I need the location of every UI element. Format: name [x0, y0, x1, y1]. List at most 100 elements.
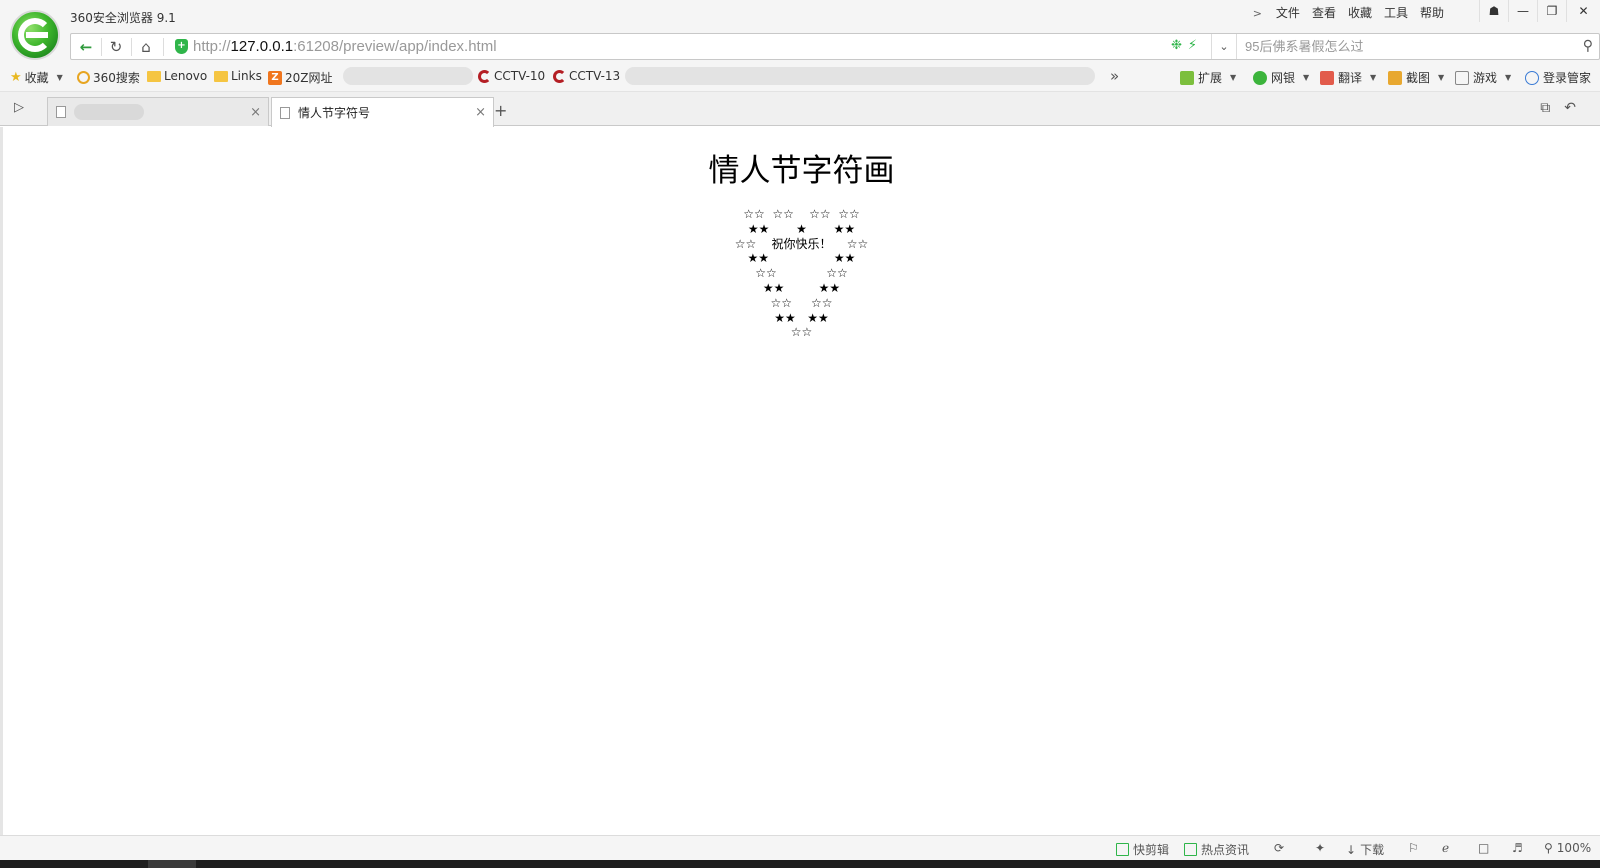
- bookmark-label: CCTV-10: [494, 69, 546, 83]
- folder-icon: [214, 70, 228, 82]
- chevron-down-icon: ▼: [1303, 73, 1310, 82]
- bank-icon: [1253, 70, 1267, 85]
- favorites-label: 收藏: [24, 71, 49, 85]
- restore-tabs-icon[interactable]: ⧉: [1540, 100, 1550, 116]
- close-tab-icon[interactable]: ×: [475, 105, 486, 120]
- close-tab-icon[interactable]: ×: [250, 105, 261, 120]
- cctv-icon: [478, 69, 491, 83]
- download-button[interactable]: ↓ 下载: [1346, 841, 1384, 858]
- bookmark-360search[interactable]: 360搜索: [77, 69, 140, 86]
- lightning-icon[interactable]: ⚡: [1188, 38, 1197, 53]
- art-line: ★★ ★★: [762, 280, 841, 295]
- close-button[interactable]: ✕: [1566, 0, 1600, 22]
- bookmark-20z[interactable]: Z 20Z网址: [268, 69, 333, 86]
- games-button[interactable]: 游戏 ▼: [1455, 69, 1511, 86]
- art-line: ★★ ★★: [747, 251, 856, 266]
- quick-clip-icon: [1116, 843, 1129, 856]
- address-box: ← ↻ ⌂ + http://127.0.0.1:61208/preview/a…: [70, 33, 1600, 60]
- zoom-level: 100%: [1556, 841, 1592, 855]
- speed-mode-icon[interactable]: ❉: [1171, 38, 1182, 53]
- menu-favorites[interactable]: 收藏: [1342, 4, 1378, 22]
- menu-expand-icon[interactable]: >: [1245, 7, 1270, 20]
- window-icon[interactable]: □: [1478, 841, 1489, 855]
- art-line: ☆☆ ☆☆: [770, 295, 833, 310]
- search-icon[interactable]: ⚲: [1583, 38, 1593, 54]
- bookmark-label: 20Z网址: [285, 71, 333, 85]
- flag-icon[interactable]: ⚐: [1408, 841, 1419, 855]
- page-icon: [56, 106, 66, 118]
- menu-file[interactable]: 文件: [1270, 4, 1306, 22]
- bookmark-links[interactable]: Links: [214, 69, 262, 83]
- bookmark-label: Links: [231, 69, 262, 83]
- bookmark-label: CCTV-13: [569, 69, 621, 83]
- status-label: 热点资讯: [1201, 843, 1250, 857]
- url-path: :61208/preview/app/index.html: [293, 38, 497, 55]
- chevron-down-icon: ▼: [1370, 73, 1377, 82]
- folder-icon: [147, 70, 161, 82]
- reload-icon[interactable]: ↻: [103, 36, 129, 58]
- tab-title: 情人节字符号: [298, 106, 371, 120]
- bookmark-cctv10[interactable]: CCTV-10: [478, 69, 545, 83]
- tab-bar: ▷ × 情人节字符号 × + ⧉ ↶: [0, 92, 1600, 127]
- url-host: 127.0.0.1: [230, 38, 294, 55]
- skin-button[interactable]: ☗: [1479, 0, 1508, 22]
- divider: [163, 38, 164, 56]
- translate-icon: [1320, 70, 1334, 85]
- blurred-bookmark[interactable]: [343, 67, 473, 85]
- zoom-control[interactable]: ⚲ 100%: [1544, 841, 1591, 855]
- art-line: ☆☆ ☆☆ ☆☆ ☆☆: [743, 207, 860, 221]
- tab-blurred[interactable]: ×: [47, 97, 269, 126]
- favorites-button[interactable]: ★ 收藏 ▼: [10, 69, 63, 86]
- bookmark-lenovo[interactable]: Lenovo: [147, 69, 207, 83]
- tool-label: 网银: [1271, 71, 1296, 85]
- translate-button[interactable]: 翻译 ▼: [1320, 69, 1376, 86]
- accelerate-icon[interactable]: ⟳: [1274, 841, 1284, 855]
- undo-close-icon[interactable]: ↶: [1564, 100, 1576, 116]
- hot-news-button[interactable]: 热点资讯: [1184, 841, 1249, 858]
- more-bookmarks-icon[interactable]: »: [1110, 67, 1119, 85]
- url-scheme: http://: [193, 38, 231, 55]
- extensions-button[interactable]: 扩展 ▼: [1180, 69, 1236, 86]
- download-icon: ↓: [1346, 842, 1357, 857]
- tool-label: 扩展: [1198, 71, 1223, 85]
- browser-logo-icon[interactable]: [10, 10, 60, 60]
- menu-help[interactable]: 帮助: [1414, 4, 1450, 22]
- ie-mode-icon[interactable]: ℯ: [1442, 841, 1449, 855]
- back-arrow-icon[interactable]: ←: [73, 36, 99, 58]
- url-field[interactable]: http://127.0.0.1:61208/preview/app/index…: [193, 38, 497, 55]
- bank-button[interactable]: 网银 ▼: [1253, 69, 1309, 86]
- 20z-icon: Z: [268, 70, 282, 85]
- tab-active[interactable]: 情人节字符号 ×: [271, 97, 494, 127]
- minimize-button[interactable]: —: [1508, 0, 1537, 22]
- tool-label: 登录管家: [1543, 71, 1592, 85]
- sidebar-toggle-icon[interactable]: ▷: [14, 100, 24, 115]
- speaker-icon[interactable]: ♬: [1512, 841, 1523, 855]
- taskbar-item[interactable]: [148, 860, 196, 868]
- new-tab-icon[interactable]: +: [494, 101, 507, 120]
- home-icon[interactable]: ⌂: [133, 36, 159, 58]
- status-bar: 快剪辑 热点资讯 ⟳ ✦ ↓ 下载 ⚐ ℯ □ ♬ ⚲ 100%: [0, 835, 1600, 860]
- heart-ascii-art: ☆☆ ☆☆ ☆☆ ☆☆ ★★ ★ ★★ ☆☆ 祝你快乐！ ☆☆ ★★ ★★ ☆☆…: [3, 207, 1600, 340]
- search-input[interactable]: [1237, 34, 1567, 59]
- security-shield-icon[interactable]: +: [175, 39, 188, 54]
- pin-icon[interactable]: ✦: [1315, 841, 1325, 855]
- scissors-icon: [1388, 70, 1402, 85]
- art-line: ☆☆ ☆☆: [755, 266, 848, 281]
- blurred-bookmarks[interactable]: [625, 67, 1095, 85]
- maximize-button[interactable]: ❐: [1537, 0, 1566, 22]
- menu-tools[interactable]: 工具: [1378, 4, 1414, 22]
- chevron-down-icon: ▼: [1438, 73, 1445, 82]
- extensions-icon: [1180, 70, 1194, 85]
- page-viewport: 情人节字符画 ☆☆ ☆☆ ☆☆ ☆☆ ★★ ★ ★★ ☆☆ 祝你快乐！ ☆☆ ★…: [0, 127, 1600, 835]
- login-manager-button[interactable]: 登录管家: [1525, 69, 1591, 86]
- chevron-down-icon: ▼: [1505, 73, 1512, 82]
- art-line: ★★ ★ ★★: [747, 221, 856, 236]
- screenshot-button[interactable]: 截图 ▼: [1388, 69, 1444, 86]
- bookmark-cctv13[interactable]: CCTV-13: [553, 69, 620, 83]
- menu-view[interactable]: 查看: [1306, 4, 1342, 22]
- status-label: 快剪辑: [1133, 843, 1170, 857]
- tool-label: 翻译: [1338, 71, 1363, 85]
- quick-clip-button[interactable]: 快剪辑: [1116, 841, 1169, 858]
- url-dropdown-icon[interactable]: ⌄: [1211, 34, 1237, 59]
- tool-label: 截图: [1406, 71, 1431, 85]
